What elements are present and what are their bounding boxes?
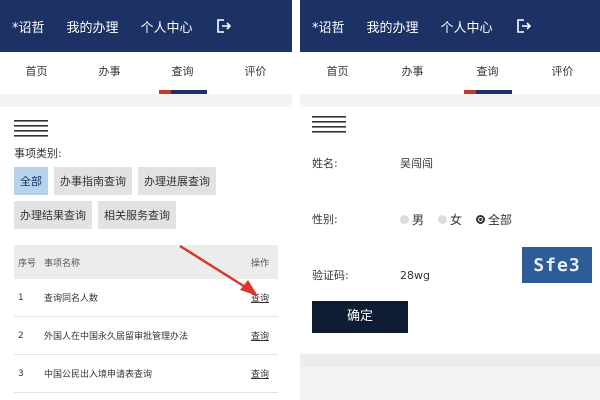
tab-home[interactable]: 首页 [300, 52, 375, 94]
logout-icon[interactable] [215, 18, 231, 34]
footer-strip [300, 355, 600, 367]
logout-icon[interactable] [515, 18, 531, 34]
name-label: 姓名: [312, 157, 338, 170]
active-tab-underline [158, 90, 207, 94]
top-nav-bar: *诏哲 我的办理 个人中心 [0, 0, 292, 52]
tab-services[interactable]: 办事 [375, 52, 450, 94]
row-query-link[interactable]: 查询 [242, 367, 278, 380]
row-name: 查询同名人数 [44, 294, 99, 304]
user-name[interactable]: *诏哲 [12, 17, 45, 36]
captcha-label: 验证码: [312, 269, 349, 282]
menu-icon[interactable] [14, 119, 48, 137]
tab-label: 评价 [551, 65, 574, 78]
tab-label: 办事 [401, 65, 424, 78]
items-table: 序号 事项名称 操作 1 查询同名人数 查询 2 外国人在中国永久居留审批管理办… [14, 245, 278, 393]
radio-dot [400, 214, 409, 224]
tab-label: 评价 [244, 65, 267, 78]
nav-my-tasks[interactable]: 我的办理 [67, 17, 119, 36]
table-row: 1 查询同名人数 查询 [14, 279, 278, 317]
row-no: 3 [18, 368, 24, 379]
row-name: 外国人在中国永久居留审批管理办法 [44, 332, 189, 342]
tab-query[interactable]: 查询 [146, 52, 219, 94]
radio-dot [438, 214, 448, 224]
active-tab-underline [463, 90, 512, 94]
table-row: 2 外国人在中国永久居留审批管理办法 查询 [14, 317, 278, 355]
gender-all-radio[interactable]: 全部 [476, 211, 512, 228]
header-no: 序号 [18, 258, 37, 269]
tab-label: 办事 [98, 65, 121, 78]
tab-label: 首页 [326, 65, 349, 78]
row-query-link[interactable]: 查询 [242, 291, 278, 304]
row-name: 中国公民出入境申请表查询 [44, 370, 153, 380]
gender-label: 性别: [312, 213, 338, 226]
menu-icon[interactable] [312, 115, 346, 133]
left-panel: *诏哲 我的办理 个人中心 首页 办事 查询 评价 事项类别: 全部 办事指南查… [0, 0, 292, 400]
category-guide-query[interactable]: 办事指南查询 [54, 167, 132, 195]
tab-bar: 首页 办事 查询 评价 [0, 52, 292, 94]
row-no: 2 [18, 330, 24, 341]
panel-divider [292, 0, 300, 400]
category-label: 事项类别: [14, 147, 62, 160]
top-nav-bar: *诏哲 我的办理 个人中心 [300, 0, 600, 52]
tab-query[interactable]: 查询 [450, 52, 525, 94]
tab-label: 首页 [25, 65, 48, 78]
right-panel: *诏哲 我的办理 个人中心 首页 办事 查询 评价 姓名: 吴闯闯 性别: 男 … [300, 0, 600, 400]
submit-button[interactable]: 确定 [312, 301, 408, 333]
radio-label: 男 [412, 212, 425, 227]
category-progress-query[interactable]: 办理进展查询 [138, 167, 216, 195]
category-related-service-query[interactable]: 相关服务查询 [98, 201, 176, 229]
name-input[interactable]: 吴闯闯 [400, 155, 433, 171]
tab-evaluate[interactable]: 评价 [219, 52, 292, 94]
category-all[interactable]: 全部 [14, 167, 48, 195]
query-list-card: 事项类别: 全部 办事指南查询 办理进展查询 办理结果查询 相关服务查询 序号 … [0, 107, 292, 400]
tab-label: 查询 [476, 65, 499, 78]
tab-home[interactable]: 首页 [0, 52, 73, 94]
row-query-link[interactable]: 查询 [242, 329, 278, 342]
user-name[interactable]: *诏哲 [312, 17, 345, 36]
nav-profile[interactable]: 个人中心 [141, 17, 193, 36]
header-name: 事项名称 [44, 258, 81, 269]
gender-female-radio[interactable]: 女 [438, 211, 462, 228]
category-filter: 全部 办事指南查询 办理进展查询 办理结果查询 相关服务查询 [14, 167, 254, 229]
category-result-query[interactable]: 办理结果查询 [14, 201, 92, 229]
table-header: 序号 事项名称 操作 [14, 245, 278, 279]
tab-services[interactable]: 办事 [73, 52, 146, 94]
radio-label: 女 [450, 212, 463, 227]
nav-my-tasks[interactable]: 我的办理 [367, 17, 419, 36]
table-row: 3 中国公民出入境申请表查询 查询 [14, 355, 278, 393]
nav-profile[interactable]: 个人中心 [441, 17, 493, 36]
captcha-image[interactable]: Sfe3 [522, 247, 592, 283]
radio-dot-checked [476, 214, 486, 224]
radio-label: 全部 [488, 212, 513, 227]
gender-field: 性别: 男 女 全部 [312, 191, 588, 247]
tab-evaluate[interactable]: 评价 [525, 52, 600, 94]
header-action: 操作 [250, 258, 269, 269]
name-field: 姓名: 吴闯闯 [312, 135, 588, 191]
tab-bar: 首页 办事 查询 评价 [300, 52, 600, 94]
captcha-input[interactable]: 28wg [400, 269, 430, 282]
query-form-card: 姓名: 吴闯闯 性别: 男 女 全部 验证码: 28wg Sfe3 确定 [300, 107, 600, 353]
tab-label: 查询 [171, 65, 194, 78]
gender-male-radio[interactable]: 男 [400, 211, 424, 228]
row-no: 1 [18, 292, 24, 303]
